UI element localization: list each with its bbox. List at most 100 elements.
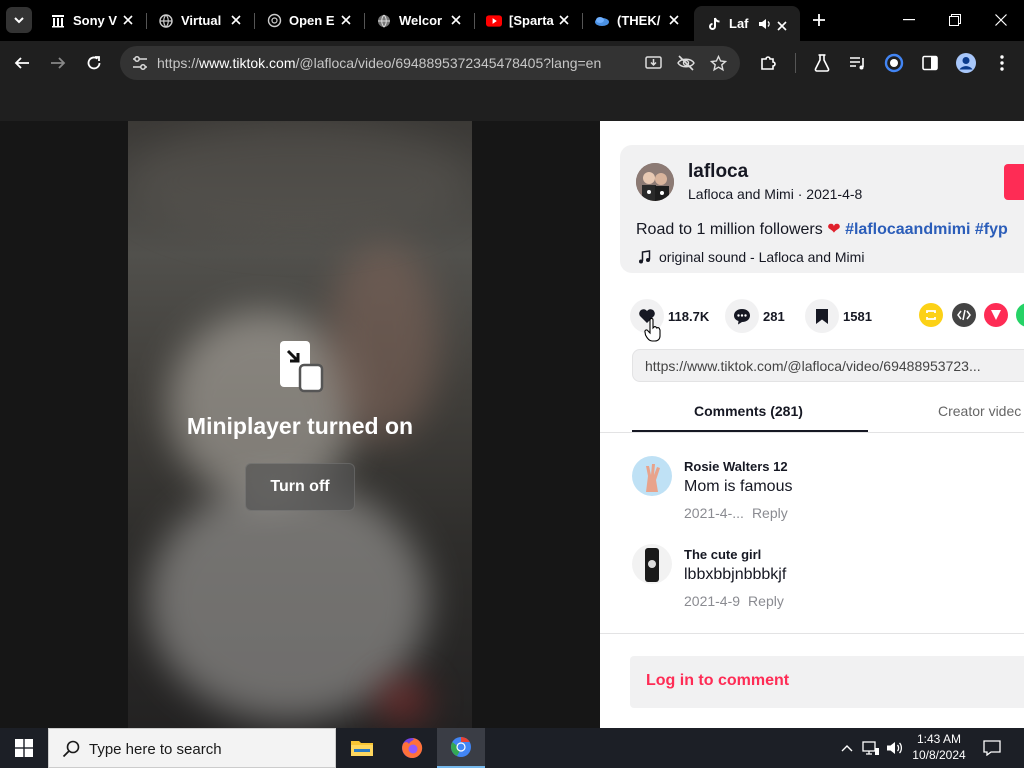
author-avatar[interactable] [636, 163, 674, 201]
commenter-avatar[interactable] [632, 544, 672, 584]
save-button[interactable]: 1581 [805, 299, 872, 333]
comment-text: lbbxbbjnbbbkjf [684, 566, 787, 583]
tune-icon [133, 56, 147, 70]
login-to-comment-button[interactable]: Log in to comment [630, 656, 1024, 708]
profile-button[interactable] [952, 49, 980, 77]
system-clock[interactable]: 1:43 AM 10/8/2024 [908, 731, 970, 763]
comment-button[interactable]: 281 [725, 299, 785, 333]
account-icon [956, 53, 976, 73]
comment-meta: 2021-4-9 Reply [684, 593, 784, 609]
tab-lafloca[interactable]: Laf [694, 6, 800, 41]
repost-share-icon[interactable] [919, 303, 943, 327]
like-button[interactable]: 118.7K [630, 299, 709, 333]
tab-welcome[interactable]: Welcor [364, 0, 474, 41]
install-app-button[interactable] [642, 51, 666, 75]
send-to-friends-icon[interactable] [984, 303, 1008, 327]
like-count: 118.7K [668, 308, 710, 324]
turn-off-miniplayer-button[interactable]: Turn off [245, 463, 355, 511]
address-bar[interactable]: https://www.tiktok.com/@lafloca/video/69… [120, 46, 740, 80]
tab-strip: Sony V Virtual Open E Welcor [Sparta (TH… [0, 0, 1024, 41]
music-note-icon [636, 249, 652, 265]
close-tab-icon[interactable] [774, 18, 790, 34]
copy-link-field[interactable]: https://www.tiktok.com/@lafloca/video/69… [632, 349, 1024, 382]
speaker-icon[interactable] [757, 16, 773, 32]
embed-code-icon[interactable] [952, 303, 976, 327]
close-tab-icon[interactable] [448, 12, 464, 28]
chevron-up-icon [841, 745, 853, 752]
hashtag-link[interactable]: #laflocaandmimi [845, 221, 970, 238]
file-explorer-button[interactable] [338, 728, 386, 768]
video-link-text: https://www.tiktok.com/@lafloca/video/69… [645, 358, 981, 374]
commenter-name[interactable]: Rosie Walters 12 [684, 459, 788, 474]
labs-button[interactable] [808, 49, 836, 77]
url-prefix: https:// [157, 55, 200, 71]
miniplayer-icon [278, 339, 324, 393]
menu-button[interactable] [988, 49, 1016, 77]
follow-button[interactable] [1004, 164, 1024, 200]
comment-meta: 2021-4-... Reply [684, 505, 788, 521]
taskbar-search-box[interactable]: Type here to search [48, 728, 336, 768]
caption-text: Road to 1 million followers [636, 221, 828, 238]
restore-button[interactable] [932, 0, 978, 40]
close-tab-icon[interactable] [120, 12, 136, 28]
tab-youtube[interactable]: [Sparta [474, 0, 582, 41]
commenter-name[interactable]: The cute girl [684, 547, 761, 562]
side-panel-button[interactable] [916, 49, 944, 77]
tab-sony[interactable]: Sony V [38, 0, 146, 41]
lens-icon [884, 53, 904, 73]
tab-creator-videos[interactable]: Creator videc [938, 403, 1021, 419]
close-tab-icon[interactable] [228, 12, 244, 28]
url-text[interactable]: https://www.tiktok.com/@lafloca/video/69… [157, 55, 601, 71]
google-lens-button[interactable] [880, 49, 908, 77]
clock-date: 10/8/2024 [912, 748, 966, 762]
close-tab-icon[interactable] [666, 12, 682, 28]
new-tab-button[interactable] [808, 9, 830, 31]
columns-icon [50, 13, 66, 29]
reply-button[interactable]: Reply [748, 593, 784, 609]
save-count: 1581 [843, 308, 872, 324]
whatsapp-share-icon[interactable] [1016, 303, 1024, 327]
eye-off-icon [677, 55, 695, 71]
show-hidden-icons-button[interactable] [838, 728, 856, 768]
extensions-button[interactable] [754, 49, 782, 77]
url-host: www.tiktok.com [199, 55, 296, 71]
author-username[interactable]: lafloca [688, 161, 748, 183]
volume-button[interactable] [884, 728, 906, 768]
restore-icon [949, 14, 961, 26]
notifications-button[interactable] [978, 728, 1006, 768]
heart-emoji-icon: ❤ [827, 221, 841, 238]
video-player[interactable]: Miniplayer turned on Turn off [0, 121, 600, 728]
tab-comments[interactable]: Comments (281) [694, 403, 803, 419]
close-window-button[interactable] [978, 0, 1024, 40]
bookmark-icon [805, 299, 839, 333]
tab-openai[interactable]: Open E [254, 0, 364, 41]
volume-icon [887, 742, 903, 754]
reply-button[interactable]: Reply [752, 505, 788, 521]
minimize-button[interactable] [886, 0, 932, 40]
firefox-button[interactable] [388, 728, 436, 768]
chrome-button[interactable] [437, 728, 485, 768]
subline-separator: · [793, 186, 807, 202]
media-control-button[interactable] [844, 49, 872, 77]
comment-item: The cute girl lbbxbbjnbbbkjf 2021-4-9 Rep… [632, 542, 1024, 622]
bookmark-star-button[interactable] [706, 51, 730, 75]
video-details-panel: lafloca Lafloca and Mimi · 2021-4-8 Road… [600, 121, 1024, 728]
forward-button[interactable] [44, 49, 72, 77]
hashtag-link[interactable]: #fyp [975, 221, 1008, 238]
network-button[interactable] [860, 728, 882, 768]
tab-thek[interactable]: (THEK/ [582, 0, 692, 41]
tab-search-button[interactable] [6, 7, 32, 33]
windows-taskbar: Type here to search 1:43 AM 10/8/2024 [0, 728, 1024, 768]
side-panel-icon [922, 55, 938, 71]
sound-link[interactable]: original sound - Lafloca and Mimi [636, 249, 864, 265]
tab-virtual[interactable]: Virtual [146, 0, 254, 41]
close-tab-icon[interactable] [556, 12, 572, 28]
commenter-avatar[interactable] [632, 456, 672, 496]
queue-music-icon [850, 57, 864, 70]
close-tab-icon[interactable] [338, 12, 354, 28]
start-button[interactable] [0, 728, 48, 768]
site-info-button[interactable] [128, 51, 152, 75]
tracking-protection-button[interactable] [674, 51, 698, 75]
back-button[interactable] [8, 49, 36, 77]
reload-button[interactable] [80, 49, 108, 77]
